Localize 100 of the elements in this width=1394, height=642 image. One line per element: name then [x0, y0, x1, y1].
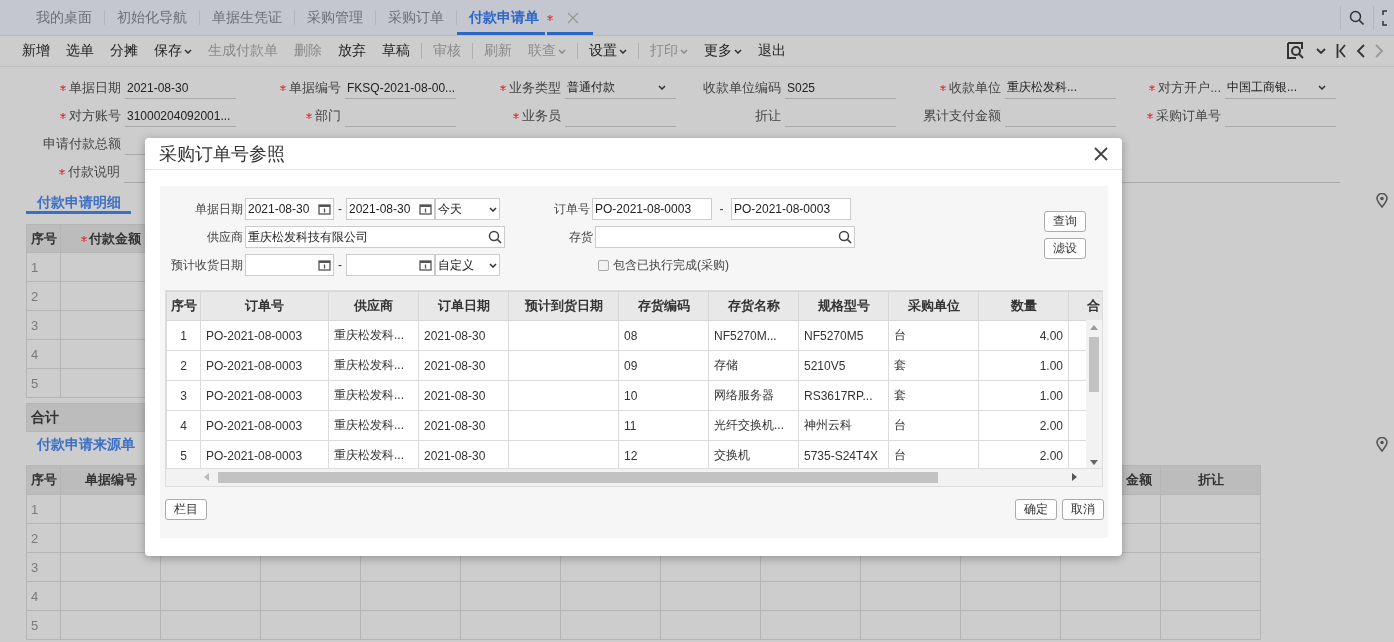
input-field[interactable]: 重庆松发科技有限公司 [245, 226, 505, 248]
toolbar-button[interactable]: 退出 [750, 42, 794, 60]
table-cell: 4.00 [978, 320, 1069, 351]
first-page-icon[interactable] [1336, 43, 1346, 59]
filter-label: 预计收货日期 [170, 256, 244, 274]
table-cell: 套 [888, 350, 979, 381]
scroll-up-icon[interactable] [1090, 325, 1098, 330]
menu-button[interactable]: 保存 [146, 42, 200, 60]
select-field[interactable]: 普通付款 [565, 77, 676, 99]
vertical-scrollbar[interactable] [1086, 320, 1102, 470]
field-label: 业务类型 [509, 79, 561, 97]
button[interactable]: 滤设 [1044, 238, 1086, 259]
scroll-left-icon[interactable] [204, 473, 209, 481]
table-cell: PO-2021-08-0003 [200, 380, 329, 411]
date-field[interactable] [346, 254, 435, 276]
column-header: 规格型号 [798, 291, 889, 321]
column-header: 数量 [978, 291, 1069, 321]
caret-icon [558, 48, 566, 54]
columns-button[interactable]: 栏目 [165, 499, 207, 520]
search-icon[interactable] [1349, 9, 1365, 26]
table-cell: 2021-08-30 [418, 350, 509, 381]
scrollbar-thumb[interactable] [1089, 337, 1099, 392]
table-cell: 10 [618, 380, 709, 411]
date-field[interactable]: 2021-08-30 [245, 198, 334, 220]
table-cell: 台 [888, 410, 979, 441]
caret-icon[interactable] [1316, 48, 1326, 54]
field-label: 付款说明 [68, 163, 120, 181]
calendar-icon [419, 203, 432, 215]
toolbar-button[interactable]: 分摊 [102, 42, 146, 60]
location-pin-icon [1376, 436, 1388, 452]
field-label: 对方账号 [69, 107, 121, 125]
column-header: 存货名称 [708, 291, 799, 321]
range-dash: - [337, 202, 343, 216]
input-field[interactable]: FKSQ-2021-08-00... [345, 77, 456, 99]
button[interactable]: 查询 [1044, 211, 1086, 232]
toolbar-button[interactable]: 新增 [14, 42, 58, 60]
table-cell: 2.00 [978, 410, 1069, 441]
table-cell: 1.00 [978, 350, 1069, 381]
table-cell: RS3617RP... [798, 380, 889, 411]
table-cell: 套 [888, 380, 979, 411]
input-field[interactable]: 2021-08-30 [125, 77, 236, 99]
column-header: 采购单位 [888, 291, 979, 321]
field-label: 累计支付金额 [923, 107, 1001, 125]
column-header: 序号 [26, 465, 61, 495]
range-dash: - [337, 258, 343, 272]
select-field[interactable]: 自定义 [435, 254, 500, 276]
table-cell: PO-2021-08-0003 [200, 320, 329, 351]
column-header: 存货编码 [618, 291, 709, 321]
filter-label: 供应商 [206, 228, 244, 246]
input-field[interactable]: 重庆松发科... [1005, 77, 1116, 99]
input-field[interactable] [595, 226, 855, 248]
field-label: 单据编号 [289, 79, 341, 97]
calendar-icon [419, 259, 432, 271]
close-icon[interactable] [1094, 146, 1108, 161]
table-cell: 重庆松发科... [328, 320, 419, 351]
table-cell: 1.00 [978, 380, 1069, 411]
calendar-icon [318, 203, 331, 215]
previous-icon[interactable] [1356, 43, 1365, 59]
table-cell: 存储 [708, 350, 799, 381]
scrollbar-thumb[interactable] [218, 472, 938, 483]
preview-icon[interactable] [1286, 42, 1306, 60]
toolbar-button[interactable]: 放弃 [330, 42, 374, 60]
table-cell: 光纤交换机... [708, 410, 799, 441]
menu-button[interactable]: 设置 [581, 42, 635, 60]
table-cell: PO-2021-08-0003 [200, 410, 329, 441]
horizontal-scrollbar[interactable] [166, 468, 1102, 486]
table-cell: 台 [888, 320, 979, 351]
input-field[interactable]: PO-2021-08-0003 [731, 198, 851, 220]
scroll-right-icon[interactable] [1072, 473, 1077, 481]
next-icon[interactable] [1375, 43, 1384, 59]
input-field[interactable]: S025 [785, 77, 896, 99]
row-number: 4 [26, 581, 61, 611]
table-cell: 2 [166, 350, 201, 381]
table-cell: 5210V5 [798, 350, 889, 381]
date-field[interactable] [245, 254, 334, 276]
toolbar-button[interactable]: 草稿 [374, 42, 418, 60]
table-cell: 3 [166, 380, 201, 411]
filter-label: 存货 [568, 228, 594, 246]
caret-icon [489, 206, 497, 212]
input-field[interactable]: 31000204092001... [125, 105, 236, 127]
menu-button[interactable]: 更多 [696, 42, 750, 60]
input-field[interactable]: PO-2021-08-0003 [592, 198, 712, 220]
button[interactable]: 确定 [1015, 499, 1057, 520]
column-header: 订单日期 [418, 291, 509, 321]
caret-icon [1318, 85, 1326, 90]
table-cell: 08 [618, 320, 709, 351]
select-field[interactable]: 中国工商银... [1225, 77, 1336, 99]
table-cell: NF5270M5 [798, 320, 889, 351]
button[interactable]: 取消 [1062, 499, 1104, 520]
field-label: 收款单位 [949, 79, 1001, 97]
calendar-icon [318, 259, 331, 271]
search-icon [838, 230, 852, 244]
toolbar-button[interactable]: 选单 [58, 42, 102, 60]
field-label: 业务员 [522, 107, 561, 125]
date-field[interactable]: 2021-08-30 [346, 198, 435, 220]
select-field[interactable]: 今天 [435, 198, 500, 220]
row-number: 2 [26, 281, 61, 311]
table-cell: 1 [166, 320, 201, 351]
table-cell: 神州云科 [798, 410, 889, 441]
checkbox[interactable] [598, 259, 609, 271]
